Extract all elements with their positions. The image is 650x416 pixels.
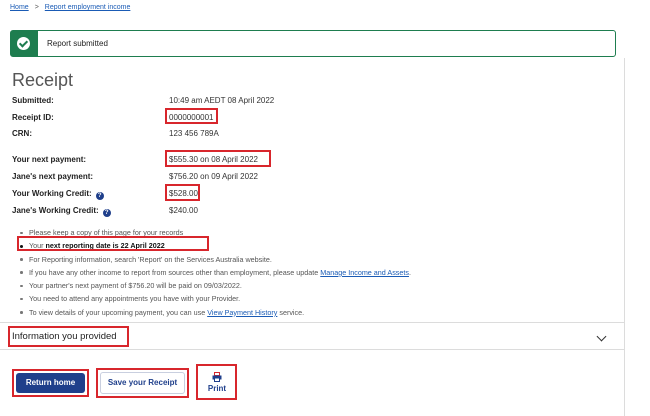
note-text: You need to attend any appointments you …: [29, 294, 241, 304]
list-item: To view details of your upcoming payment…: [20, 306, 411, 319]
partner-credit-label-text: Jane's Working Credit:: [12, 206, 99, 215]
highlight-box: [17, 236, 209, 251]
breadcrumb-separator: >: [34, 4, 39, 11]
receipt-id-label: Receipt ID:: [12, 113, 54, 122]
working-credit-label: Your Working Credit:?: [12, 189, 104, 200]
success-alert: Report submitted: [10, 30, 616, 57]
list-item: If you have any other income to report f…: [20, 266, 411, 279]
list-item: For Reporting information, search 'Repor…: [20, 253, 411, 266]
partner-payment-value: $756.20 on 09 April 2022: [169, 172, 258, 181]
highlight-box: [165, 150, 271, 167]
breadcrumb-home-link[interactable]: Home: [10, 4, 29, 11]
note-text: Your partner's next payment of $756.20 w…: [29, 281, 242, 291]
partner-credit-label: Jane's Working Credit:?: [12, 206, 111, 217]
list-item: Your partner's next payment of $756.20 w…: [20, 279, 411, 292]
note-text: For Reporting information, search 'Repor…: [29, 254, 272, 264]
note-text: To view details of your upcoming payment…: [29, 307, 208, 317]
note-text: service.: [277, 307, 305, 317]
list-item: You need to attend any appointments you …: [20, 292, 411, 305]
breadcrumb-current-link[interactable]: Report employment income: [45, 4, 131, 11]
partner-payment-label: Jane's next payment:: [12, 172, 94, 181]
highlight-box: [96, 368, 189, 398]
help-icon[interactable]: ?: [95, 192, 104, 200]
submitted-value: 10:49 am AEDT 08 April 2022: [169, 96, 275, 105]
note-text: .: [408, 267, 411, 277]
breadcrumb: Home > Report employment income: [10, 4, 130, 11]
divider: [0, 322, 624, 323]
note-text: If you have any other income to report f…: [29, 267, 321, 277]
check-circle-icon: [17, 37, 30, 50]
submitted-label: Submitted:: [12, 96, 54, 105]
crn-label: CRN:: [12, 129, 32, 138]
page-title: Receipt: [12, 70, 74, 90]
partner-credit-value: $240.00: [169, 206, 198, 215]
divider: [0, 349, 624, 350]
working-credit-label-text: Your Working Credit:: [12, 189, 92, 198]
help-icon[interactable]: ?: [102, 209, 111, 217]
chevron-down-icon[interactable]: [596, 331, 607, 342]
highlight-box: [196, 364, 237, 400]
crn-value: 123 456 789A: [169, 129, 219, 138]
alert-bar: [11, 31, 38, 56]
alert-message: Report submitted: [47, 39, 108, 48]
highlight-box: [12, 369, 89, 397]
manage-income-link[interactable]: Manage Income and Assets: [320, 268, 409, 277]
highlight-box: [8, 326, 129, 347]
view-payment-history-link[interactable]: View Payment History: [207, 308, 277, 317]
highlight-box: [165, 108, 218, 124]
panel-border: [624, 58, 625, 416]
next-payment-label: Your next payment:: [12, 155, 87, 164]
highlight-box: [165, 184, 200, 201]
